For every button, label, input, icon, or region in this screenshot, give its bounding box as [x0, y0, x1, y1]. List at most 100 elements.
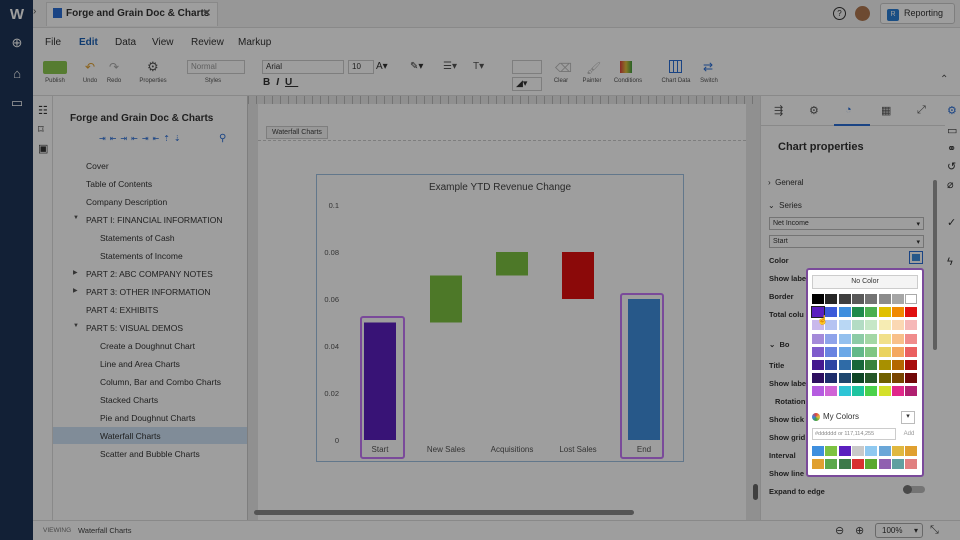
horizontal-scrollbar[interactable]: [254, 510, 634, 515]
style-select[interactable]: Normal: [187, 60, 245, 74]
tab-format-icon[interactable]: ⇶: [774, 104, 783, 117]
color-swatch[interactable]: [905, 360, 918, 370]
color-swatch[interactable]: [865, 307, 878, 318]
color-swatch[interactable]: [878, 346, 891, 357]
color-swatch[interactable]: [891, 294, 904, 304]
bookmark-icon[interactable]: ⌑: [38, 123, 44, 136]
color-swatch[interactable]: [905, 386, 918, 397]
chart-data-icon[interactable]: [669, 60, 682, 73]
publish-button[interactable]: Publish: [39, 78, 71, 84]
painter-icon[interactable]: 🖌: [586, 61, 601, 75]
bolt-icon[interactable]: ϟ: [947, 256, 953, 268]
outline-item[interactable]: Statements of Income: [53, 247, 247, 264]
color-swatch[interactable]: [838, 320, 851, 331]
conditions-button[interactable]: Conditions: [607, 78, 649, 84]
color-swatch[interactable]: [878, 320, 891, 331]
color-swatch[interactable]: [891, 373, 904, 384]
point-select[interactable]: Start ▾: [769, 235, 924, 248]
color-swatch[interactable]: [812, 360, 824, 370]
outline-item[interactable]: Cover: [53, 157, 247, 174]
color-swatch[interactable]: [865, 373, 878, 384]
color-swatch[interactable]: [851, 360, 864, 370]
fit-width-icon[interactable]: ⤡: [930, 524, 939, 537]
outline-item[interactable]: Pie and Doughnut Charts: [53, 409, 247, 426]
outline-item[interactable]: Waterfall Charts: [53, 427, 247, 444]
comment-icon[interactable]: ▣: [38, 142, 48, 155]
tab-style-icon[interactable]: ⚙: [809, 104, 819, 117]
color-swatch[interactable]: [812, 333, 824, 344]
color-swatch[interactable]: [838, 386, 851, 397]
document-tab[interactable]: Forge and Grain Doc & Charts ✕: [46, 2, 218, 26]
switch-icon[interactable]: ⇄: [703, 60, 713, 74]
my-color-swatch[interactable]: [878, 459, 891, 469]
outline-item[interactable]: Company Description: [53, 193, 247, 210]
waterfall-bar[interactable]: [496, 252, 528, 276]
color-swatch[interactable]: [812, 346, 824, 357]
color-swatch[interactable]: [838, 333, 851, 344]
my-color-swatch[interactable]: [905, 446, 918, 456]
waterfall-bar[interactable]: [562, 252, 594, 299]
my-color-swatch[interactable]: [825, 446, 838, 456]
my-color-swatch[interactable]: [891, 446, 904, 456]
text-format-buttons[interactable]: BIU: [263, 77, 298, 88]
color-swatch[interactable]: [905, 307, 918, 318]
highlight-icon[interactable]: ✎▾: [410, 61, 423, 72]
tab-expand-icon[interactable]: ⤢: [917, 104, 926, 117]
reporting-button[interactable]: R Reporting: [880, 3, 955, 24]
my-color-swatch[interactable]: [812, 459, 824, 469]
history-icon[interactable]: ↺: [947, 160, 956, 173]
color-swatch[interactable]: [825, 360, 838, 370]
outline-item[interactable]: ▼ PART I: FINANCIAL INFORMATION: [53, 211, 247, 228]
color-swatch[interactable]: [905, 294, 918, 304]
expand-toggle[interactable]: [903, 485, 925, 494]
color-swatch[interactable]: [891, 333, 904, 344]
color-swatch[interactable]: [878, 373, 891, 384]
color-swatch[interactable]: [865, 294, 878, 304]
color-swatch[interactable]: [878, 360, 891, 370]
outline-list-icon[interactable]: ☷: [38, 104, 48, 117]
tab-chart[interactable]: ◔: [834, 96, 870, 126]
workiva-logo-icon[interactable]: W: [9, 6, 25, 23]
painter-button[interactable]: Painter: [577, 78, 607, 84]
color-swatch[interactable]: [812, 386, 824, 397]
general-section[interactable]: › General: [768, 178, 804, 187]
series-select[interactable]: Net Income ▾: [769, 217, 924, 230]
outline-item[interactable]: Stacked Charts: [53, 391, 247, 408]
collapse-toolbar-icon[interactable]: ⌃: [940, 74, 948, 85]
menu-data[interactable]: Data: [115, 37, 136, 48]
undo-button[interactable]: Undo: [77, 78, 103, 84]
fill-color-icon[interactable]: ◢▾: [512, 77, 542, 91]
avatar[interactable]: [855, 6, 870, 21]
color-swatch[interactable]: [905, 346, 918, 357]
my-color-swatch[interactable]: [825, 459, 838, 469]
zoom-in-icon[interactable]: ⊕: [855, 524, 864, 537]
my-color-swatch[interactable]: [878, 446, 891, 456]
my-color-swatch[interactable]: [812, 446, 824, 456]
outline-item[interactable]: ▶ PART 2: ABC COMPANY NOTES: [53, 265, 247, 282]
color-swatch[interactable]: [837, 345, 852, 358]
switch-button[interactable]: Switch: [695, 78, 723, 84]
add-color-button[interactable]: Add: [900, 428, 918, 440]
clear-icon[interactable]: ⌫: [555, 61, 572, 75]
my-color-swatch[interactable]: [838, 459, 851, 469]
color-swatch[interactable]: [825, 373, 838, 384]
color-swatch[interactable]: [891, 346, 904, 357]
color-swatch[interactable]: [838, 373, 851, 384]
redo-icon[interactable]: ↷: [109, 60, 119, 74]
color-swatch[interactable]: [905, 320, 918, 331]
my-color-swatch[interactable]: [905, 459, 918, 469]
menu-file[interactable]: File: [45, 37, 61, 48]
menu-review[interactable]: Review: [191, 37, 224, 48]
menu-markup[interactable]: Markup: [238, 37, 271, 48]
color-swatch[interactable]: [905, 373, 918, 384]
color-swatch[interactable]: [851, 307, 864, 318]
color-swatch[interactable]: [865, 360, 878, 370]
color-swatch[interactable]: [865, 333, 878, 344]
color-swatch[interactable]: [851, 346, 864, 357]
chevron-right-icon[interactable]: ▶: [73, 269, 78, 276]
font-size-select[interactable]: 10: [348, 60, 374, 74]
clear-button[interactable]: Clear: [549, 78, 573, 84]
vertical-scrollbar[interactable]: [753, 484, 758, 500]
border-select[interactable]: [512, 60, 542, 74]
link-icon[interactable]: ⚭: [947, 142, 956, 155]
